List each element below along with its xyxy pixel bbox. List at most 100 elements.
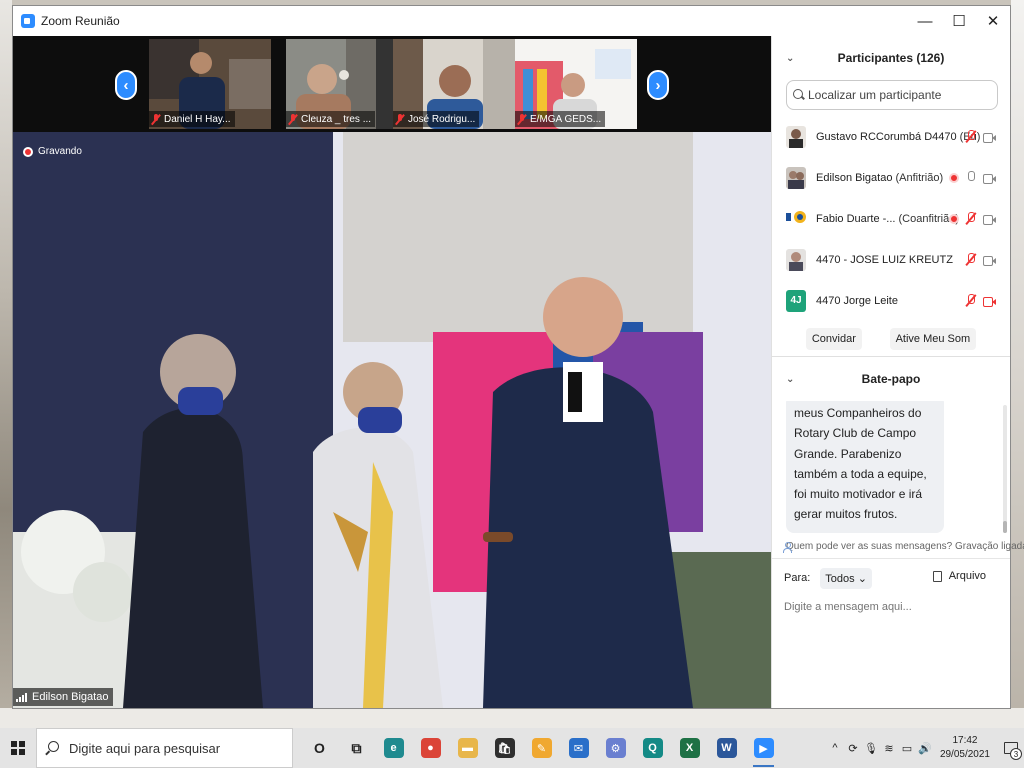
volume-icon[interactable]: 🔊 xyxy=(917,742,933,755)
taskbar-app-store[interactable]: 🛍 xyxy=(486,728,523,768)
chevron-down-icon[interactable]: ⌄ xyxy=(786,53,794,64)
mic-muted-icon xyxy=(965,130,977,143)
minimize-button[interactable]: — xyxy=(908,6,942,36)
recording-icon xyxy=(23,146,33,157)
mic-muted-icon xyxy=(151,113,161,125)
network-app-icon: ⚙ xyxy=(605,738,626,758)
file-button[interactable]: Arquivo xyxy=(932,570,986,582)
chat-visibility-note[interactable]: Quem pode ver as suas mensagens? Gravaçã… xyxy=(772,535,1024,559)
participant-status xyxy=(945,212,996,225)
q-app-icon: Q xyxy=(642,738,663,758)
taskbar-app-zoom[interactable]: ▶ xyxy=(745,728,782,768)
window-controls: — ☐ ✕ xyxy=(908,6,1010,36)
maximize-button[interactable]: ☐ xyxy=(942,6,976,36)
battery-icon[interactable]: ▭ xyxy=(899,742,915,755)
file-icon xyxy=(932,570,942,582)
desktop-background-right xyxy=(1011,0,1024,728)
mic-muted-icon xyxy=(965,212,977,225)
participants-header: ⌄ Participantes (126) xyxy=(786,51,945,65)
desktop-background-bottom xyxy=(0,708,1024,728)
video-thumbnail[interactable]: Cleuza _ tres ... xyxy=(286,39,408,129)
video-thumbnail[interactable]: E/MGA GEDS... xyxy=(515,39,637,129)
avatar xyxy=(786,125,806,148)
invite-button[interactable]: Convidar xyxy=(805,327,862,350)
speaker-name-label: Edilson Bigatao xyxy=(13,688,114,706)
clock[interactable]: 17:42 29/05/2021 xyxy=(940,734,990,762)
search-icon xyxy=(793,89,805,101)
signal-strength-icon xyxy=(16,692,28,702)
title-bar[interactable]: Zoom Reunião — ☐ ✕ xyxy=(13,6,1010,36)
thumbnail-name: Cleuza _ tres ... xyxy=(286,111,376,127)
participant-row[interactable]: Fabio Duarte -... (Coanfitrião) xyxy=(772,198,1010,239)
thumbnail-strip: ‹ Daniel H Hay... Cleuza _ tres ... José… xyxy=(13,36,771,132)
task-view-icon: ⧉ xyxy=(346,738,367,758)
wifi-icon[interactable]: ≋ xyxy=(881,742,897,755)
chevron-down-icon[interactable]: ⌄ xyxy=(786,374,794,385)
mic-muted-icon xyxy=(395,113,405,125)
taskbar-app-network-app[interactable]: ⚙ xyxy=(597,728,634,768)
prev-page-button[interactable]: ‹ xyxy=(115,70,137,100)
thumbnail-name: Daniel H Hay... xyxy=(149,111,235,127)
taskbar-app-mail[interactable]: ✉ xyxy=(560,728,597,768)
participant-row[interactable]: 4470 - JOSE LUIZ KREUTZ xyxy=(772,239,1010,280)
next-page-button[interactable]: › xyxy=(647,70,669,100)
participant-search[interactable]: Localizar um participante xyxy=(786,80,998,110)
close-button[interactable]: ✕ xyxy=(976,6,1010,36)
zoom-window: Zoom Reunião — ☐ ✕ ‹ Daniel H Hay... Cle… xyxy=(12,5,1024,709)
chat-message: meus Companheiros do Rotary Club de Camp… xyxy=(786,401,944,533)
camera-icon xyxy=(983,255,996,266)
chrome-icon: ● xyxy=(420,738,441,758)
desktop-background-left xyxy=(0,0,12,728)
cortana-icon: O xyxy=(309,738,330,758)
avatar xyxy=(786,166,806,189)
taskbar-apps: O ⧉ e ● ▬ 🛍 ✎ ✉ ⚙ Q X W ▶ xyxy=(301,728,782,768)
participant-status xyxy=(959,294,996,307)
taskbar-app-chrome[interactable]: ● xyxy=(412,728,449,768)
video-area: ‹ Daniel H Hay... Cleuza _ tres ... José… xyxy=(13,36,771,708)
taskbar-app-cortana[interactable]: O xyxy=(301,728,338,768)
thumbnail-name: E/MGA GEDS... xyxy=(515,111,606,127)
microphone-icon[interactable]: 🎙 xyxy=(863,742,879,755)
mail-icon: ✉ xyxy=(568,738,589,758)
taskbar-app-excel[interactable]: X xyxy=(671,728,708,768)
participant-row[interactable]: Edilson Bigatao (Anfitrião) xyxy=(772,157,1010,198)
chat-header: ⌄ Bate-papo xyxy=(786,372,921,386)
participant-status xyxy=(959,253,996,266)
taskbar-app-edge[interactable]: e xyxy=(375,728,412,768)
unmute-me-button[interactable]: Ative Meu Som xyxy=(889,327,977,350)
video-thumbnail[interactable]: Daniel H Hay... xyxy=(149,39,271,129)
avatar xyxy=(786,248,806,271)
speaker-video-frame xyxy=(13,132,771,708)
video-thumbnail[interactable]: José Rodrigu... xyxy=(393,39,515,129)
participant-row[interactable]: Gustavo RCCorumbá D4470 (Eu) xyxy=(772,116,1010,157)
sync-icon[interactable]: ⟳ xyxy=(845,742,861,755)
side-panel: ⌄ Participantes (126) Localizar um parti… xyxy=(771,36,1024,708)
system-tray: ^ ⟳ 🎙 ≋ ▭ 🔊 17:42 29/05/2021 3 xyxy=(826,728,1024,768)
taskbar-search[interactable]: Digite aqui para pesquisar xyxy=(36,728,293,768)
camera-icon xyxy=(983,214,996,225)
chat-message-input[interactable] xyxy=(784,601,994,613)
taskbar-app-q-app[interactable]: Q xyxy=(634,728,671,768)
recording-indicator[interactable]: Gravando xyxy=(23,146,82,157)
edge-icon: e xyxy=(383,738,404,758)
notification-center-button[interactable]: 3 xyxy=(998,728,1024,768)
paint-icon: ✎ xyxy=(531,738,552,758)
word-icon: W xyxy=(716,738,737,758)
camera-icon xyxy=(983,173,996,184)
start-button[interactable] xyxy=(0,728,36,768)
participant-row[interactable]: 4J 4470 Jorge Leite xyxy=(772,280,1010,321)
zoom-logo-icon xyxy=(21,14,35,28)
chevron-up-icon[interactable]: ^ xyxy=(827,742,843,754)
taskbar-app-word[interactable]: W xyxy=(708,728,745,768)
recipient-select[interactable]: Todos ⌄ xyxy=(820,567,872,589)
participant-status xyxy=(945,171,996,184)
windows-logo-icon xyxy=(11,741,25,755)
chat-scrollbar[interactable] xyxy=(1003,405,1007,533)
taskbar-app-task-view[interactable]: ⧉ xyxy=(338,728,375,768)
taskbar-app-file-explorer[interactable]: ▬ xyxy=(449,728,486,768)
chat-recipient-row: Para: Todos ⌄ Arquivo xyxy=(772,559,1010,597)
active-speaker-video: Gravando Edilson Bigatao xyxy=(13,132,771,708)
taskbar: Digite aqui para pesquisar O ⧉ e ● ▬ 🛍 ✎ ✉ ⚙ Q X W ▶… xyxy=(0,728,1024,768)
chat-messages[interactable]: meus Companheiros do Rotary Club de Camp… xyxy=(772,401,1010,535)
taskbar-app-paint[interactable]: ✎ xyxy=(523,728,560,768)
